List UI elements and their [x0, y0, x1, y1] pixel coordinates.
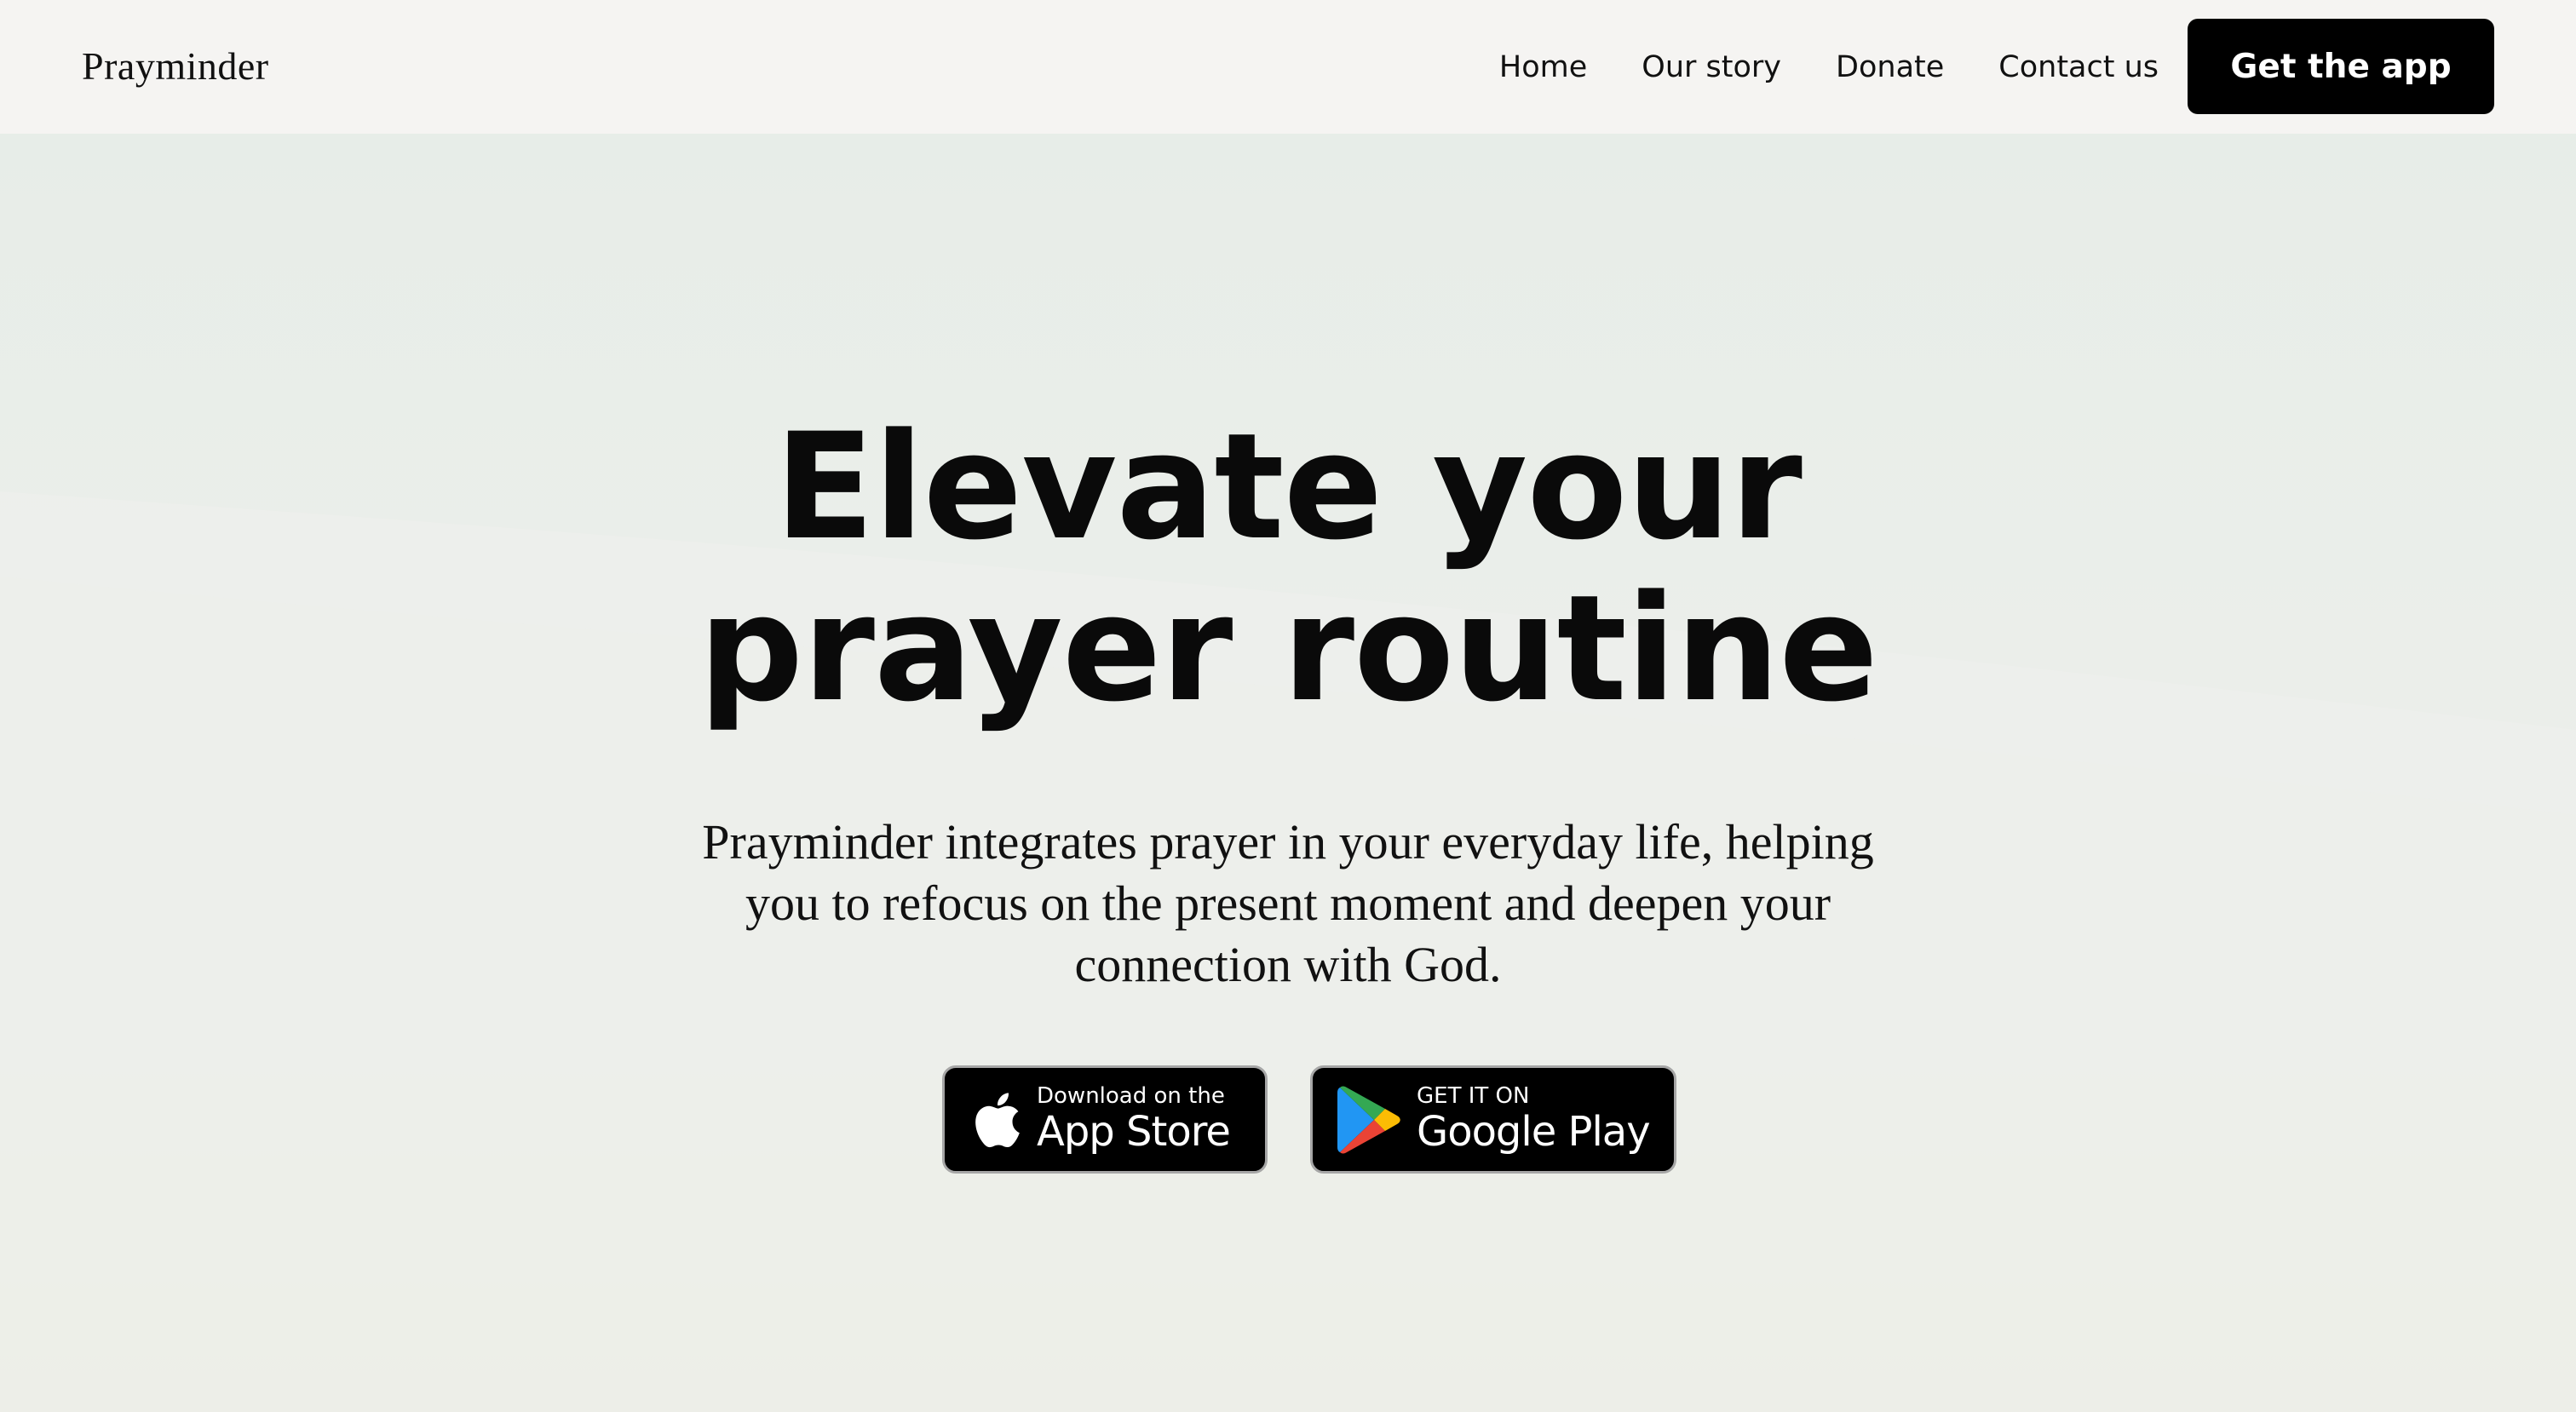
google-play-badge-big-text: Google Play [1417, 1107, 1651, 1156]
main-nav: Home Our story Donate Contact us [1499, 0, 2159, 134]
google-play-icon [1337, 1084, 1401, 1156]
get-the-app-button[interactable]: Get the app [2188, 19, 2494, 114]
brand-logo[interactable]: Prayminder [82, 41, 269, 92]
hero-title-line-1: Elevate your [774, 401, 1803, 572]
site-header: Prayminder Home Our story Donate Contact… [0, 0, 2576, 134]
app-store-badge-small-text: Download on the [1037, 1082, 1225, 1109]
nav-our-story-link[interactable]: Our story [1642, 50, 1781, 84]
hero-title: Elevate your prayer routine [0, 406, 2576, 730]
hero-background-wave [0, 491, 2576, 1412]
google-play-badge-text: GET IT ON Google Play [1417, 1082, 1651, 1156]
apple-icon [969, 1088, 1021, 1151]
nav-contact-link[interactable]: Contact us [1998, 50, 2159, 84]
hero-title-line-2: prayer routine [699, 563, 1878, 734]
app-store-badge-text: Download on the App Store [1037, 1082, 1231, 1156]
google-play-badge[interactable]: GET IT ON Google Play [1310, 1065, 1676, 1174]
nav-home-link[interactable]: Home [1499, 50, 1587, 84]
app-store-badge[interactable]: Download on the App Store [942, 1065, 1268, 1174]
store-badges: Download on the App Store GET IT ON Goog… [942, 1065, 1676, 1174]
hero-section: Elevate your prayer routine Prayminder i… [0, 134, 2576, 1412]
hero-subtitle: Prayminder integrates prayer in your eve… [702, 814, 1874, 992]
google-play-badge-small-text: GET IT ON [1417, 1082, 1530, 1109]
nav-donate-link[interactable]: Donate [1836, 50, 1944, 84]
app-store-badge-big-text: App Store [1037, 1107, 1231, 1156]
